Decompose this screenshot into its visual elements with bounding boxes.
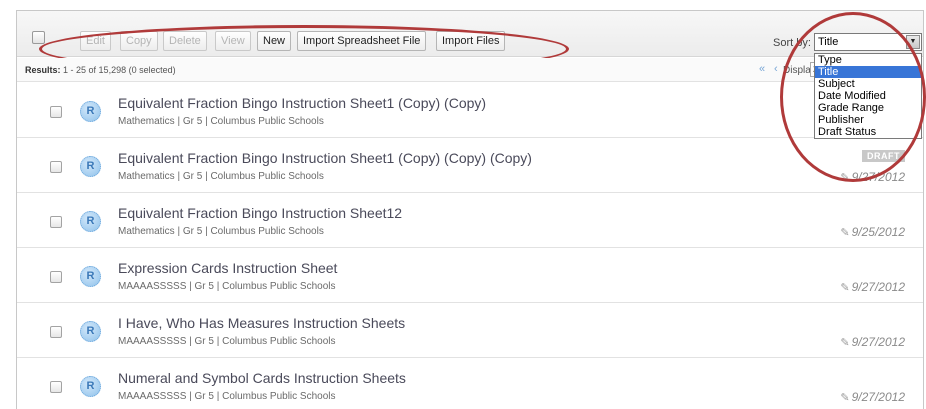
import-files-button[interactable]: Import Files <box>436 31 506 51</box>
modified-date: ✎ 9/27/2012 <box>840 390 905 404</box>
resource-list: R Equivalent Fraction Bingo Instruction … <box>17 83 923 409</box>
double-chevron-left-icon[interactable]: « <box>759 63 765 75</box>
modified-date-text: 9/25/2012 <box>851 225 905 239</box>
resource-title[interactable]: I Have, Who Has Measures Instruction She… <box>118 315 405 331</box>
resource-title[interactable]: Numeral and Symbol Cards Instruction She… <box>118 370 406 386</box>
draft-badge: DRAFT <box>862 150 905 162</box>
row-checkbox[interactable] <box>50 326 62 338</box>
edit-button[interactable]: Edit <box>80 31 111 51</box>
chevron-left-icon[interactable]: ‹ <box>774 63 778 75</box>
pencil-icon: ✎ <box>840 337 850 349</box>
list-item[interactable]: R Expression Cards Instruction Sheet MAA… <box>17 248 923 303</box>
view-button[interactable]: View <box>215 31 251 51</box>
sort-select[interactable]: Title ▼ <box>814 33 922 51</box>
resource-meta: Mathematics | Gr 5 | Columbus Public Sch… <box>118 116 324 127</box>
dropdown-arrow-icon[interactable]: ▼ <box>906 35 920 49</box>
modified-date-text: 9/27/2012 <box>851 280 905 294</box>
results-count: 1 - 25 of 15,298 (0 selected) <box>63 65 176 75</box>
sort-option-grade-range[interactable]: Grade Range <box>815 102 921 114</box>
resource-type-icon: R <box>80 321 101 342</box>
pencil-icon: ✎ <box>840 172 850 184</box>
modified-date: ✎ 9/27/2012 <box>840 280 905 294</box>
sort-label: Sort by: <box>773 37 811 49</box>
sort-option-date-modified[interactable]: Date Modified <box>815 90 921 102</box>
resource-type-icon: R <box>80 211 101 232</box>
row-checkbox[interactable] <box>50 106 62 118</box>
copy-button[interactable]: Copy <box>120 31 158 51</box>
row-checkbox[interactable] <box>50 271 62 283</box>
modified-date: ✎ 9/27/2012 <box>840 335 905 349</box>
resource-meta: MAAAASSSSS | Gr 5 | Columbus Public Scho… <box>118 336 336 347</box>
resource-meta: Mathematics | Gr 5 | Columbus Public Sch… <box>118 171 324 182</box>
new-button[interactable]: New <box>257 31 292 51</box>
row-checkbox[interactable] <box>50 381 62 393</box>
resource-type-icon: R <box>80 101 101 122</box>
select-all-checkbox[interactable] <box>32 31 45 44</box>
resource-list-panel: Edit Copy Delete View New Import Spreads… <box>16 10 924 409</box>
list-item[interactable]: R Numeral and Symbol Cards Instruction S… <box>17 358 923 409</box>
results-summary: Results: 1 - 25 of 15,298 (0 selected) <box>25 65 176 75</box>
modified-date-text: 9/27/2012 <box>851 390 905 404</box>
sort-option-subject[interactable]: Subject <box>815 78 921 90</box>
pencil-icon: ✎ <box>840 227 850 239</box>
resource-title[interactable]: Equivalent Fraction Bingo Instruction Sh… <box>118 205 402 221</box>
results-label: Results: <box>25 65 61 75</box>
list-item[interactable]: R I Have, Who Has Measures Instruction S… <box>17 303 923 358</box>
resource-title[interactable]: Equivalent Fraction Bingo Instruction Sh… <box>118 95 486 111</box>
toolbar: Edit Copy Delete View New Import Spreads… <box>17 11 923 57</box>
modified-date-text: 9/27/2012 <box>851 335 905 349</box>
resource-title[interactable]: Equivalent Fraction Bingo Instruction Sh… <box>118 150 532 166</box>
resource-meta: MAAAASSSSS | Gr 5 | Columbus Public Scho… <box>118 391 336 402</box>
delete-button[interactable]: Delete <box>163 31 207 51</box>
list-item[interactable]: R Equivalent Fraction Bingo Instruction … <box>17 138 923 193</box>
sort-option-type[interactable]: Type <box>815 54 921 66</box>
pencil-icon: ✎ <box>840 282 850 294</box>
resource-title[interactable]: Expression Cards Instruction Sheet <box>118 260 337 276</box>
modified-date-text: 9/27/2012 <box>851 170 905 184</box>
row-checkbox[interactable] <box>50 216 62 228</box>
sort-option-publisher[interactable]: Publisher <box>815 114 921 126</box>
results-bar: Results: 1 - 25 of 15,298 (0 selected) «… <box>17 58 923 82</box>
import-spreadsheet-button[interactable]: Import Spreadsheet File <box>297 31 427 51</box>
list-item[interactable]: R Equivalent Fraction Bingo Instruction … <box>17 83 923 138</box>
list-item[interactable]: R Equivalent Fraction Bingo Instruction … <box>17 193 923 248</box>
modified-date: ✎ 9/25/2012 <box>840 225 905 239</box>
sort-selected-value: Title <box>818 36 839 48</box>
resource-type-icon: R <box>80 156 101 177</box>
modified-date: ✎ 9/27/2012 <box>840 170 905 184</box>
resource-meta: Mathematics | Gr 5 | Columbus Public Sch… <box>118 226 324 237</box>
resource-type-icon: R <box>80 376 101 397</box>
resource-type-icon: R <box>80 266 101 287</box>
sort-option-draft-status[interactable]: Draft Status <box>815 126 921 138</box>
sort-options-list: Type Title Subject Date Modified Grade R… <box>814 53 922 139</box>
row-checkbox[interactable] <box>50 161 62 173</box>
sort-option-title[interactable]: Title <box>815 66 921 78</box>
pencil-icon: ✎ <box>840 392 850 404</box>
resource-meta: MAAAASSSSS | Gr 5 | Columbus Public Scho… <box>118 281 336 292</box>
